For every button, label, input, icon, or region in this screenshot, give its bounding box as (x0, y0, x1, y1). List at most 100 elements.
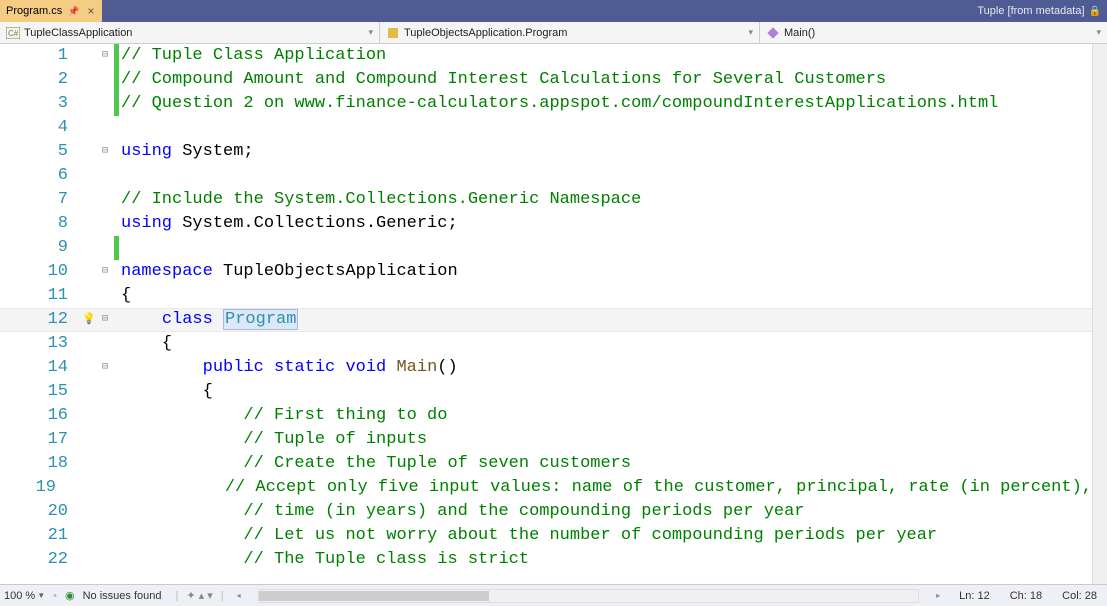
line-number: 8 (0, 212, 82, 236)
method-dropdown[interactable]: Main() ▾ (760, 22, 1107, 43)
zoom-dropdown[interactable]: 100 % ▼ (4, 590, 45, 602)
code-line[interactable]: 16 // First thing to do (0, 404, 1092, 428)
line-number: 18 (0, 452, 82, 476)
lock-icon: 🔒 (1089, 6, 1101, 17)
code-text[interactable]: // Create the Tuple of seven customers (119, 452, 631, 476)
scroll-thumb[interactable] (259, 591, 490, 601)
code-text[interactable]: // Compound Amount and Compound Interest… (119, 68, 886, 92)
class-icon (386, 27, 400, 39)
code-line[interactable]: 13 { (0, 332, 1092, 356)
code-line[interactable]: 5 ⊟using System; (0, 140, 1092, 164)
code-text[interactable]: // time (in years) and the compounding p… (119, 500, 805, 524)
project-name: TupleClassApplication (24, 27, 132, 39)
code-text[interactable]: // Accept only five input values: name o… (100, 476, 1092, 500)
pin-icon[interactable]: 📌 (68, 6, 79, 17)
code-text[interactable]: public static void Main() (119, 356, 458, 380)
scroll-right-icon[interactable]: ▸ (931, 591, 945, 600)
check-icon: ◉ (65, 589, 75, 602)
code-text[interactable]: using System; (119, 140, 254, 164)
fold-toggle[interactable]: ⊟ (96, 260, 114, 284)
method-icon (766, 27, 780, 39)
vertical-scrollbar[interactable] (1092, 44, 1107, 584)
svg-text:C#: C# (8, 29, 19, 38)
line-number: 12 (0, 308, 82, 332)
divider: • (53, 590, 57, 602)
chevron-down-icon: ▾ (368, 27, 373, 38)
horizontal-scrollbar[interactable] (258, 589, 920, 603)
code-text[interactable]: namespace TupleObjectsApplication (119, 260, 458, 284)
code-line[interactable]: 3 // Question 2 on www.finance-calculator… (0, 92, 1092, 116)
chevron-down-icon: ▾ (748, 27, 753, 38)
chevron-down-icon: ▼ (37, 591, 45, 600)
fold-toggle[interactable]: ⊟ (96, 308, 114, 332)
code-line[interactable]: 19 // Accept only five input values: nam… (0, 476, 1092, 500)
code-text[interactable]: // Question 2 on www.finance-calculators… (119, 92, 998, 116)
class-name: TupleObjectsApplication.Program (404, 27, 567, 39)
line-number: 9 (0, 236, 82, 260)
line-number: 7 (0, 188, 82, 212)
fold-toggle[interactable]: ⊟ (96, 140, 114, 164)
code-line[interactable]: 8 using System.Collections.Generic; (0, 212, 1092, 236)
code-line[interactable]: 2// Compound Amount and Compound Interes… (0, 68, 1092, 92)
fold-toggle[interactable]: ⊟ (96, 356, 114, 380)
divider: | (169, 590, 178, 602)
code-line[interactable]: 6 (0, 164, 1092, 188)
error-nav[interactable]: ✦ ▴ ▾ (186, 589, 212, 602)
line-number: 11 (0, 284, 82, 308)
code-line[interactable]: 20 // time (in years) and the compoundin… (0, 500, 1092, 524)
code-line[interactable]: 14 ⊟ public static void Main() (0, 356, 1092, 380)
code-line[interactable]: 22 // The Tuple class is strict (0, 548, 1092, 572)
code-line[interactable]: 18 // Create the Tuple of seven customer… (0, 452, 1092, 476)
line-number: 4 (0, 116, 82, 140)
code-line[interactable]: 11 { (0, 284, 1092, 308)
line-number: 10 (0, 260, 82, 284)
lightbulb-icon[interactable]: 💡 (82, 308, 96, 332)
class-dropdown[interactable]: TupleObjectsApplication.Program ▾ (380, 22, 760, 43)
metadata-label: Tuple [from metadata] 🔒 (971, 0, 1107, 22)
tab-title: Program.cs (6, 5, 62, 17)
code-line[interactable]: 4 (0, 116, 1092, 140)
line-number: 13 (0, 332, 82, 356)
line-number: 14 (0, 356, 82, 380)
code-text[interactable]: // First thing to do (119, 404, 447, 428)
line-number: 19 (0, 476, 70, 500)
navigation-bar: C# TupleClassApplication ▾ TupleObjectsA… (0, 22, 1107, 44)
fold-toggle[interactable]: ⊟ (96, 44, 114, 68)
status-bar: 100 % ▼ • ◉ No issues found | ✦ ▴ ▾ | ◂ … (0, 584, 1107, 606)
code-line[interactable]: 1 ⊟// Tuple Class Application (0, 44, 1092, 68)
code-editor[interactable]: 1⊟// Tuple Class Application2// Compound… (0, 44, 1107, 584)
chevron-down-icon: ▾ (1096, 27, 1101, 38)
char-indicator: Ch: 18 (1004, 590, 1048, 602)
code-text[interactable]: // Include the System.Collections.Generi… (119, 188, 641, 212)
file-tab[interactable]: Program.cs 📌 × (0, 0, 102, 22)
change-indicator (114, 236, 119, 260)
line-number: 5 (0, 140, 82, 164)
code-line[interactable]: 10 ⊟namespace TupleObjectsApplication (0, 260, 1092, 284)
code-text[interactable]: using System.Collections.Generic; (119, 212, 458, 236)
divider: | (221, 590, 224, 602)
code-line[interactable]: 12💡⊟ class Program (0, 308, 1092, 332)
zoom-value: 100 % (4, 590, 35, 602)
code-line[interactable]: 21 // Let us not worry about the number … (0, 524, 1092, 548)
code-line[interactable]: 7 // Include the System.Collections.Gener… (0, 188, 1092, 212)
code-text[interactable]: // The Tuple class is strict (119, 548, 529, 572)
code-line[interactable]: 15 { (0, 380, 1092, 404)
scroll-left-icon[interactable]: ◂ (232, 591, 246, 600)
code-text[interactable]: { (119, 380, 213, 404)
close-icon[interactable]: × (85, 4, 96, 18)
line-number: 22 (0, 548, 82, 572)
code-text[interactable]: // Let us not worry about the number of … (119, 524, 937, 548)
code-line[interactable]: 9 (0, 236, 1092, 260)
code-text[interactable]: // Tuple Class Application (119, 44, 386, 68)
project-dropdown[interactable]: C# TupleClassApplication ▾ (0, 22, 380, 43)
line-number: 1 (0, 44, 82, 68)
issues-label: No issues found (83, 590, 162, 602)
code-text[interactable]: { (119, 284, 131, 308)
line-number: 3 (0, 92, 82, 116)
code-text[interactable]: { (119, 332, 172, 356)
code-text[interactable]: class Program (119, 308, 298, 332)
code-line[interactable]: 17 // Tuple of inputs (0, 428, 1092, 452)
code-text[interactable]: // Tuple of inputs (119, 428, 427, 452)
line-number: 16 (0, 404, 82, 428)
line-number: 15 (0, 380, 82, 404)
